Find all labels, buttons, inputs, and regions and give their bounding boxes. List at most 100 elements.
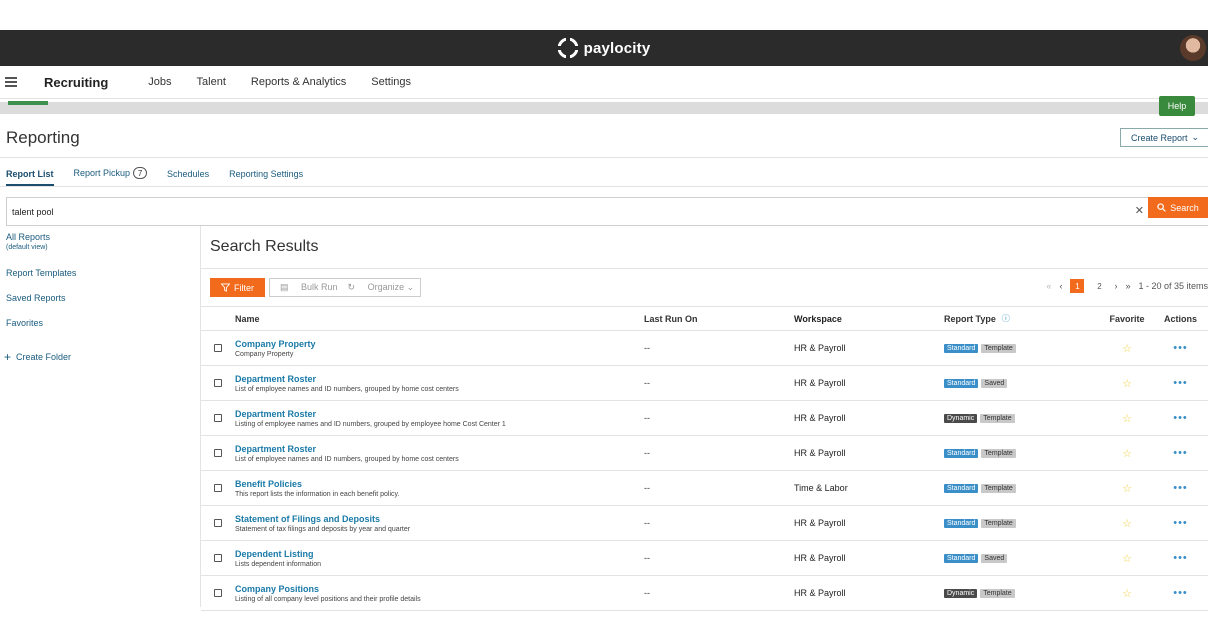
col-name[interactable]: Name [235,314,644,324]
table-row: Statement of Filings and Deposits Stateme… [201,506,1208,541]
report-name-link[interactable]: Company Positions [235,584,644,594]
col-last-run[interactable]: Last Run On [644,314,794,324]
row-checkbox[interactable] [214,344,222,352]
pager-summary: 1 - 20 of 35 items [1138,281,1208,291]
info-icon[interactable]: ⓘ [1002,313,1010,324]
results-toolbar: Filter ▤ Bulk Run ↻ Organize ⌄ « ‹ 1 2 ›… [201,269,1208,306]
paylocity-logo-icon [557,38,578,58]
sidebar-item-favorites[interactable]: Favorites [6,318,200,328]
report-name-link[interactable]: Benefit Policies [235,479,644,489]
report-type-badge: Standard [944,518,979,528]
favorite-star-icon[interactable]: ☆ [1122,587,1132,600]
last-run-value: -- [644,588,650,598]
report-name-link[interactable]: Company Property [235,339,644,349]
prev-page-icon[interactable]: ‹ [1059,281,1062,291]
tab-report-list[interactable]: Report List [6,169,54,186]
report-description: List of employee names and ID numbers, g… [235,455,459,463]
last-page-icon[interactable]: » [1125,281,1130,291]
report-name-link[interactable]: Department Roster [235,409,644,419]
workspace-value: HR & Payroll [794,413,846,423]
more-actions-icon[interactable]: ••• [1173,482,1188,494]
row-checkbox[interactable] [214,379,222,387]
filter-button[interactable]: Filter [210,278,265,297]
organize-button[interactable]: ↻ Organize ⌄ [348,282,415,293]
report-name-link[interactable]: Department Roster [235,374,644,384]
nav-item-reports-analytics[interactable]: Reports & Analytics [251,76,346,88]
sidebar-item-report-templates[interactable]: Report Templates [6,268,200,278]
row-checkbox[interactable] [214,589,222,597]
more-actions-icon[interactable]: ••• [1173,377,1188,389]
favorite-star-icon[interactable]: ☆ [1122,517,1132,530]
report-name-link[interactable]: Statement of Filings and Deposits [235,514,644,524]
more-actions-icon[interactable]: ••• [1173,342,1188,354]
bulk-run-label: Bulk Run [301,282,338,292]
more-actions-icon[interactable]: ••• [1173,587,1188,599]
report-type-badge: Dynamic [944,413,978,423]
col-actions: Actions [1163,313,1197,324]
col-report-type[interactable]: Report Type ⓘ [944,313,1101,324]
favorite-star-icon[interactable]: ☆ [1122,412,1132,425]
last-run-value: -- [644,483,650,493]
last-run-value: -- [644,343,650,353]
tab-reporting-settings[interactable]: Reporting Settings [229,169,303,186]
favorite-star-icon[interactable]: ☆ [1122,377,1132,390]
tab-label: Report List [6,169,54,179]
pagination: « ‹ 1 2 › » 1 - 20 of 35 items [1046,279,1208,293]
create-report-label: Create Report [1131,132,1188,143]
nav-item-talent[interactable]: Talent [197,76,226,88]
sidebar-item-saved-reports[interactable]: Saved Reports [6,293,200,303]
brand[interactable]: paylocity [557,38,651,58]
more-actions-icon[interactable]: ••• [1173,517,1188,529]
favorite-star-icon[interactable]: ☆ [1122,342,1132,355]
results-rows: Company Property Company Property -- HR & P… [201,331,1208,611]
row-checkbox[interactable] [214,414,222,422]
next-page-icon[interactable]: › [1114,281,1117,291]
row-checkbox[interactable] [214,554,222,562]
hamburger-menu-icon[interactable] [5,77,17,87]
bulk-actions: ▤ Bulk Run ↻ Organize ⌄ [269,278,421,297]
results-title: Search Results [210,238,319,255]
avatar[interactable] [1180,35,1206,61]
more-actions-icon[interactable]: ••• [1173,552,1188,564]
table-row: Company Property Company Property -- HR & P… [201,331,1208,366]
row-checkbox[interactable] [214,449,222,457]
more-actions-icon[interactable]: ••• [1173,412,1188,424]
nav-item-settings[interactable]: Settings [371,76,411,88]
report-description: Lists dependent information [235,560,321,568]
report-kind-badge: Saved [981,553,1008,563]
search-button[interactable]: Search [1148,197,1208,218]
nav-item-jobs[interactable]: Jobs [148,76,171,88]
table-row: Benefit Policies This report lists the in… [201,471,1208,506]
col-workspace[interactable]: Workspace [794,314,944,324]
clear-search-icon[interactable]: ✕ [1135,204,1144,217]
nav-title[interactable]: Recruiting [44,75,108,90]
first-page-icon[interactable]: « [1046,281,1051,291]
page-2[interactable]: 2 [1092,279,1106,293]
favorite-star-icon[interactable]: ☆ [1122,482,1132,495]
sidebar: All Reports (default view) Report Templa… [0,226,201,607]
sidebar-item-all-reports[interactable]: All Reports [6,232,200,242]
page-1[interactable]: 1 [1070,279,1085,293]
more-actions-icon[interactable]: ••• [1173,447,1188,459]
favorite-star-icon[interactable]: ☆ [1122,552,1132,565]
favorite-star-icon[interactable]: ☆ [1122,447,1132,460]
col-report-type-label: Report Type [944,313,996,324]
report-description: Listing of all company level positions a… [235,595,421,603]
help-button[interactable]: Help [1159,96,1195,116]
tab-schedules[interactable]: Schedules [167,169,209,186]
create-folder-button[interactable]: + Create Folder [4,350,200,364]
workspace-value: HR & Payroll [794,343,846,353]
bulk-run-button[interactable]: ▤ Bulk Run [280,282,338,293]
tab-report-pickup[interactable]: Report Pickup 7 [74,167,148,186]
row-checkbox[interactable] [214,484,222,492]
report-type-badge: Standard [944,343,979,353]
search-input[interactable] [12,206,1112,217]
results-panel: Search Results Filter ▤ Bulk Run ↻ Organ… [201,226,1208,611]
workspace-value: Time & Labor [794,483,848,493]
create-report-button[interactable]: Create Report ⌄ [1120,128,1208,147]
last-run-value: -- [644,413,650,423]
report-name-link[interactable]: Department Roster [235,444,644,454]
row-checkbox[interactable] [214,519,222,527]
report-name-link[interactable]: Dependent Listing [235,549,644,559]
pickup-count-badge: 7 [133,167,148,179]
